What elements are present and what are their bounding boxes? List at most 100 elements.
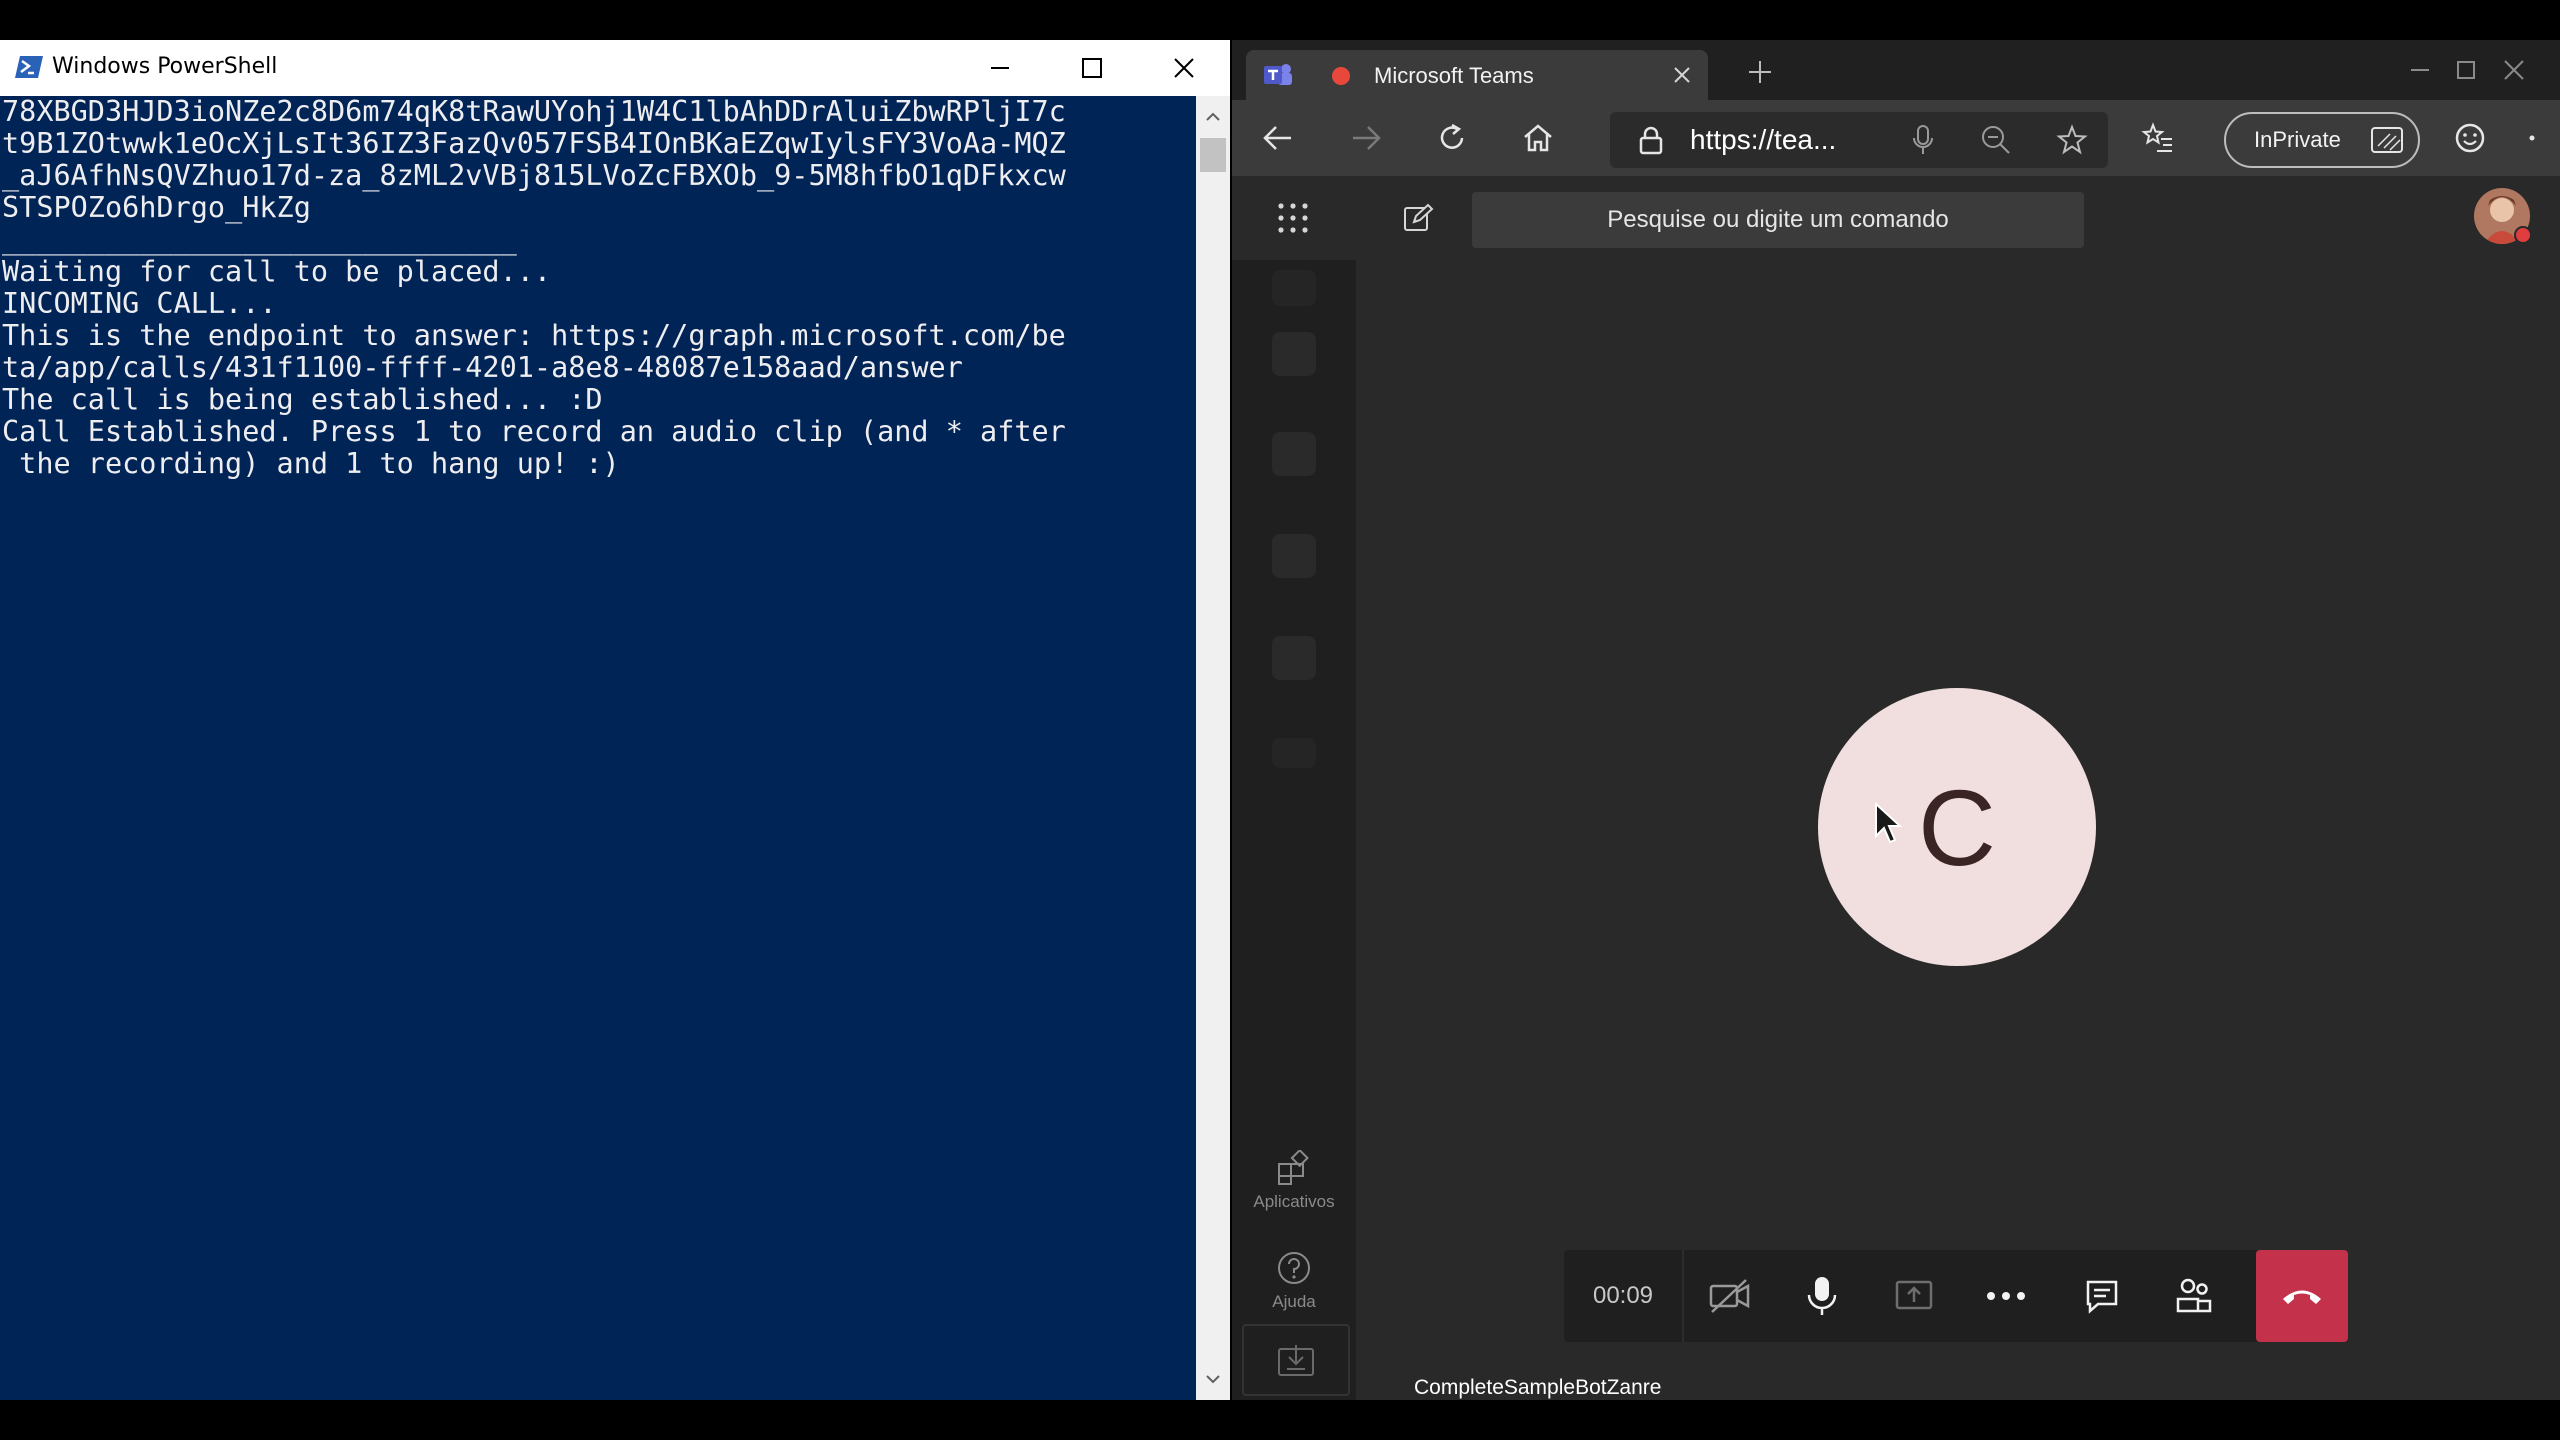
browser-toolbar: https://tea... InPrivate	[1232, 100, 2560, 176]
help-icon	[1278, 1252, 1310, 1284]
rail-apps-label: Aplicativos	[1253, 1192, 1335, 1211]
new-tab-button[interactable]	[1742, 54, 1778, 90]
console-line: 78XBGD3HJD3ioNZe2c8D6m74qK8tRawUYohj1W4C…	[2, 96, 1066, 128]
favorite-star-icon[interactable]	[2056, 124, 2088, 156]
teams-logo-icon	[1262, 62, 1294, 88]
participants-button[interactable]	[2148, 1250, 2240, 1342]
more-horizontal-icon	[1987, 1292, 2025, 1300]
console-line: STSPOZo6hDrgo_HkZg	[2, 191, 311, 224]
call-controls-bar: 00:09	[1564, 1250, 2348, 1342]
more-menu-button[interactable]	[2512, 114, 2552, 162]
maximize-icon	[1082, 58, 1102, 78]
refresh-icon	[1440, 123, 1464, 149]
browser-window: Microsoft Teams https://tea... InPrivate…	[1232, 40, 2560, 1400]
mouse-cursor-icon	[1875, 802, 1902, 844]
more-dot-icon	[2529, 135, 2535, 141]
plus-icon	[1749, 61, 1771, 83]
browser-close-button[interactable]	[2468, 40, 2560, 100]
share-screen-button[interactable]	[1868, 1250, 1960, 1342]
call-stage: C 00:09 CompleteSampleBotZanre	[1356, 260, 2560, 1400]
console-line: t9B1ZOtwwk1eOcXjLsIt36IZ3FazQv057FSB4IOn…	[2, 127, 1066, 160]
recording-indicator-icon	[1332, 67, 1350, 85]
powershell-titlebar[interactable]: Windows PowerShell	[0, 40, 1230, 96]
participant-name: CompleteSampleBotZanre	[1414, 1376, 1662, 1399]
console-line: The call is being established... :D	[2, 383, 603, 416]
console-line: This is the endpoint to answer: https://…	[2, 319, 1066, 352]
feedback-button[interactable]	[2446, 114, 2494, 162]
console-line: the recording) and 1 to hang up! :)	[2, 447, 620, 480]
rail-item-activity[interactable]	[1272, 270, 1316, 306]
favorites-list-icon	[2141, 122, 2172, 152]
console-line: INCOMING CALL...	[2, 287, 277, 320]
close-icon	[1174, 58, 1194, 78]
download-app-button[interactable]	[1242, 1324, 1350, 1396]
scroll-thumb[interactable]	[1200, 138, 1226, 172]
home-icon	[1524, 124, 1552, 152]
microphone-icon	[1807, 1277, 1837, 1315]
forward-button[interactable]	[1342, 114, 1390, 162]
download-icon	[1278, 1345, 1314, 1376]
refresh-button[interactable]	[1428, 114, 1476, 162]
browser-tabbar: Microsoft Teams	[1232, 40, 2560, 100]
zoom-out-icon[interactable]	[1980, 124, 2012, 156]
console-line: Call Established. Press 1 to record an a…	[2, 415, 1066, 448]
lock-icon	[1639, 126, 1663, 155]
rail-item-chat[interactable]	[1272, 332, 1316, 376]
favorites-button[interactable]	[2134, 114, 2182, 162]
scroll-down-icon[interactable]	[1196, 1364, 1230, 1394]
microphone-toggle-button[interactable]	[1776, 1250, 1868, 1342]
inprivate-button[interactable]: InPrivate	[2224, 112, 2420, 168]
powershell-console[interactable]: 78XBGD3HJD3ioNZe2c8D6m74qK8tRawUYohj1W4C…	[0, 96, 1196, 1400]
tab-close-button[interactable]	[1666, 59, 1698, 91]
console-line: Waiting for call to be placed...	[2, 255, 552, 288]
app-launcher-icon[interactable]	[1276, 201, 1310, 235]
participants-icon	[2176, 1278, 2212, 1313]
maximize-button[interactable]	[1046, 40, 1138, 96]
address-bar[interactable]: https://tea...	[1610, 112, 2108, 168]
back-button[interactable]	[1254, 114, 1302, 162]
console-line: ta/app/calls/431f1100-ffff-4201-a8e8-480…	[2, 351, 963, 384]
tab-microsoft-teams[interactable]: Microsoft Teams	[1246, 50, 1708, 100]
rail-item-apps[interactable]: Aplicativos	[1232, 1150, 1356, 1240]
arrow-right-icon	[1353, 126, 1381, 150]
inprivate-icon	[2371, 127, 2403, 153]
share-screen-icon	[1895, 1280, 1933, 1310]
microphone-icon[interactable]	[1910, 124, 1936, 156]
chat-icon	[2086, 1280, 2118, 1314]
more-actions-button[interactable]	[1960, 1250, 2052, 1342]
rail-help-label: Ajuda	[1272, 1292, 1316, 1311]
search-input[interactable]: Pesquise ou digite um comando	[1472, 192, 2084, 248]
call-timer: 00:09	[1564, 1250, 1684, 1342]
close-icon	[1674, 67, 1690, 83]
compose-icon[interactable]	[1402, 202, 1434, 234]
hang-up-icon	[2283, 1290, 2321, 1304]
teams-header: Pesquise ou digite um comando	[1232, 176, 2560, 260]
powershell-title: Windows PowerShell	[52, 54, 278, 79]
console-line: _aJ6AfhNsQVZhuo17d-za_8zML2vVBj815LVoZcF…	[2, 159, 1066, 192]
chat-button[interactable]	[2056, 1250, 2148, 1342]
minimize-button[interactable]	[954, 40, 1046, 96]
close-icon	[2504, 60, 2524, 80]
close-button[interactable]	[1138, 40, 1230, 96]
smiley-icon	[2455, 123, 2485, 153]
console-scrollbar[interactable]	[1196, 96, 1230, 1400]
minimize-icon	[991, 67, 1009, 69]
rail-item-calls[interactable]	[1272, 636, 1316, 680]
console-separator: ______________________________	[2, 223, 517, 256]
tab-title: Microsoft Teams	[1374, 63, 1534, 88]
scroll-up-icon[interactable]	[1196, 102, 1230, 132]
rail-item-calendar[interactable]	[1272, 534, 1316, 578]
inprivate-label: InPrivate	[2254, 127, 2341, 152]
address-url: https://tea...	[1690, 124, 1837, 155]
teams-app-rail: Aplicativos Ajuda	[1232, 260, 1356, 1400]
camera-off-icon	[1709, 1279, 1750, 1313]
participant-avatar: C	[1818, 688, 2096, 966]
home-button[interactable]	[1514, 114, 1562, 162]
hang-up-button[interactable]	[2256, 1250, 2348, 1342]
camera-toggle-button[interactable]	[1684, 1250, 1776, 1342]
presence-busy-icon	[2514, 226, 2532, 244]
rail-item-files[interactable]	[1272, 738, 1316, 768]
arrow-left-icon	[1263, 126, 1291, 150]
apps-icon	[1278, 1150, 1309, 1185]
rail-item-teams[interactable]	[1272, 432, 1316, 476]
